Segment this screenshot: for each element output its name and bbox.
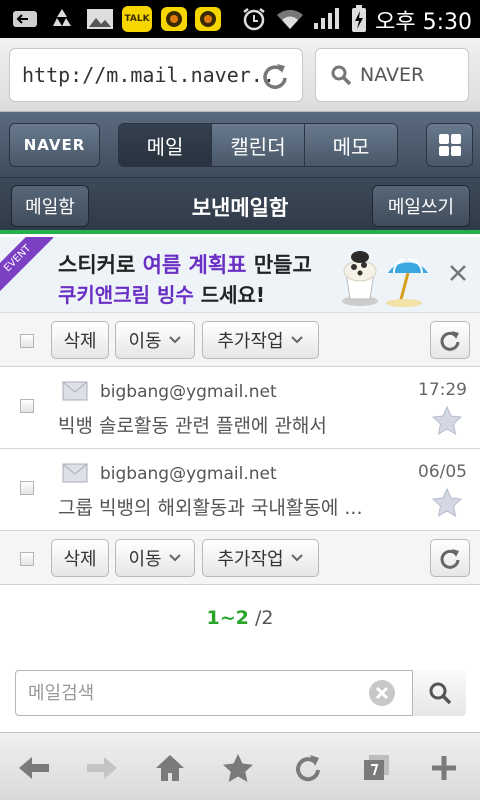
event-ribbon: EVENT [0,237,54,295]
usb-debug-icon [10,6,40,32]
banner-highlight: 여름 계획표 [142,253,247,277]
kakaotalk-icon: TALK [120,6,154,32]
mail-date: 17:29 [418,380,467,400]
mail-sender: bigbang@ygmail.net [100,464,277,484]
mail-search-button[interactable] [412,670,466,716]
banner-text: 만들고 [246,253,312,277]
gallery-icon [84,6,116,32]
banner-text: 스티커로 [58,253,143,277]
chevron-down-icon [168,554,181,562]
refresh-icon [440,549,460,569]
banner-highlight: 쿠키앤크림 빙수 [58,283,194,307]
tab-mail[interactable]: 메일 [119,124,211,166]
move-label: 이동 [128,331,162,352]
move-dropdown[interactable]: 이동 [115,539,195,577]
chevron-down-icon [290,554,303,562]
clear-icon[interactable] [368,679,396,707]
banner-line-2: 쿠키앤크림 빙수 드세요! [58,279,265,308]
wifi-icon [274,6,306,32]
mail-toolbar-bottom: 삭제 이동 추가작업 [0,531,480,585]
move-label: 이동 [128,549,162,570]
naver-nav-bar: NAVER 메일 캘린더 메모 [0,112,480,178]
refresh-icon[interactable] [290,750,326,786]
battery-charging-icon [346,5,372,32]
recycle-icon [46,6,78,32]
more-actions-dropdown[interactable]: 추가작업 [202,321,319,359]
refresh-button[interactable] [430,321,470,359]
mail-sender: bigbang@ygmail.net [100,382,277,402]
status-bar: TALK 오후 5:30 [0,0,480,38]
reload-icon[interactable] [260,61,290,91]
mail-checkbox[interactable] [20,399,34,413]
event-banner[interactable]: EVENT 스티커로 여름 계획표 만들고 쿠키앤크림 빙수 드세요! [0,237,480,313]
delete-button[interactable]: 삭제 [51,321,109,359]
clock: 오후 5:30 [375,10,472,35]
plus-icon[interactable] [426,750,462,786]
service-tabs: 메일 캘린더 메모 [118,123,398,167]
refresh-icon [440,331,460,351]
pagination: 1~2 /2 [0,607,480,629]
chevron-down-icon [168,336,181,344]
mailbox-header: 메일함 보낸메일함 메일쓰기 [0,178,480,234]
url-bar[interactable]: http://m.mail.naver.. [9,48,303,102]
banner-text: 드세요! [193,283,266,307]
mail-search-input[interactable] [16,671,408,715]
mail-list-item[interactable]: bigbang@ygmail.net 빅뱅 솔로활동 관련 플랜에 관해서 17… [0,367,480,449]
select-all-checkbox[interactable] [20,552,34,566]
more-actions-label: 추가작업 [217,331,284,352]
search-icon [429,682,451,705]
pagination-total: /2 [254,607,274,629]
signal-icon [310,6,342,32]
mail-checkbox[interactable] [20,481,34,495]
bingsu-umbrella-illustration [338,243,430,309]
back-arrow-icon[interactable] [16,750,52,786]
refresh-button[interactable] [430,539,470,577]
forward-arrow-icon[interactable] [84,750,120,786]
banner-line-1: 스티커로 여름 계획표 만들고 [58,249,312,279]
envelope-icon [62,381,88,401]
home-icon[interactable] [152,750,188,786]
mail-subject[interactable]: 그룹 빅뱅의 해외활동과 국내활동에 ... [58,493,362,520]
envelope-icon [62,463,88,483]
close-icon[interactable] [446,261,470,285]
url-text[interactable]: http://m.mail.naver.. [22,63,275,87]
grid-icon [438,134,461,156]
apps-grid-button[interactable] [426,123,473,167]
naver-search-box[interactable]: NAVER [315,48,469,102]
search-icon [330,64,352,86]
windows-icon[interactable] [358,750,394,786]
alarm-icon [240,6,268,32]
mail-subject[interactable]: 빅뱅 솔로활동 관련 플랜에 관해서 [58,411,327,438]
select-all-checkbox[interactable] [20,334,34,348]
browser-toolbar: http://m.mail.naver.. NAVER [0,38,480,112]
chevron-down-icon [290,336,303,344]
star-icon[interactable] [431,405,463,435]
search-placeholder[interactable]: NAVER [360,64,424,86]
tab-memo[interactable]: 메모 [304,124,397,166]
naver-logo-button[interactable]: NAVER [9,123,100,167]
bookmark-star-icon[interactable] [220,750,256,786]
ka-icon [158,6,190,32]
mail-search [15,670,466,716]
compose-button[interactable]: 메일쓰기 [372,185,470,227]
kakaotalk-label: TALK [122,6,152,32]
tab-calendar[interactable]: 캘린더 [211,124,304,166]
star-icon[interactable] [431,487,463,517]
mail-list-item[interactable]: bigbang@ygmail.net 그룹 빅뱅의 해외활동과 국내활동에 ..… [0,449,480,531]
pagination-current[interactable]: 1~2 [207,607,249,629]
ka-icon [192,6,224,32]
mail-toolbar-top: 삭제 이동 추가작업 [0,313,480,367]
browser-bottom-bar [0,732,480,800]
mail-date: 06/05 [418,462,467,482]
more-actions-label: 추가작업 [217,549,284,570]
more-actions-dropdown[interactable]: 추가작업 [202,539,319,577]
move-dropdown[interactable]: 이동 [115,321,195,359]
delete-button[interactable]: 삭제 [51,539,109,577]
